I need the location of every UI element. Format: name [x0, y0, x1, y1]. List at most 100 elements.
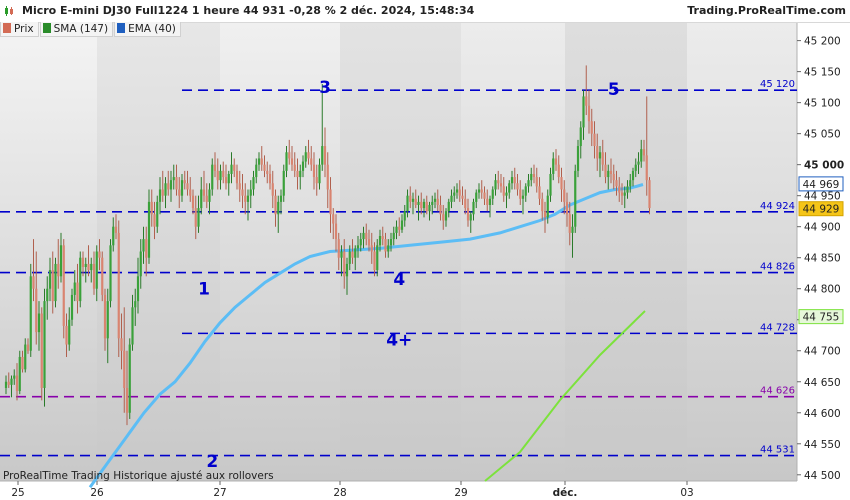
- candle-body: [348, 251, 351, 264]
- wave-label: 1: [198, 280, 210, 300]
- candle-body: [167, 183, 170, 190]
- price-swatch-icon: [3, 23, 11, 33]
- candle-body: [65, 325, 68, 345]
- candle-body: [579, 127, 582, 147]
- candle-body: [252, 177, 255, 190]
- candle-body: [266, 170, 269, 174]
- candle-body: [213, 164, 217, 171]
- candles-icon: [5, 6, 13, 16]
- candle-body: [268, 173, 272, 184]
- candle-body: [109, 245, 112, 302]
- candle-body: [95, 251, 98, 289]
- candle-body: [516, 183, 519, 190]
- candle-body: [244, 195, 247, 202]
- candle-body: [257, 158, 261, 165]
- candle-body: [321, 146, 324, 165]
- candle-body: [645, 155, 648, 181]
- candle-body: [598, 152, 602, 159]
- candle-body: [425, 201, 428, 212]
- candle-body: [634, 164, 637, 171]
- candle-body: [318, 164, 321, 184]
- candle-body: [510, 177, 514, 184]
- candle-body: [640, 149, 643, 162]
- y-tick-label: 44 600: [804, 408, 841, 420]
- y-tick-label: 44 550: [804, 439, 841, 451]
- candle-body: [296, 170, 299, 178]
- candle-body: [293, 164, 296, 171]
- candle-body: [114, 226, 118, 233]
- candle-body: [48, 270, 52, 289]
- candle-body: [46, 288, 49, 302]
- candle-body: [15, 375, 19, 392]
- candle-body: [376, 245, 379, 271]
- candle-body: [398, 226, 401, 230]
- candle-body: [532, 173, 536, 178]
- x-tick-label: 25: [11, 487, 24, 499]
- legend-item-sma[interactable]: SMA (147): [39, 22, 114, 37]
- candle-body: [202, 189, 206, 196]
- candle-body: [329, 189, 332, 215]
- candle-body: [340, 251, 343, 258]
- candle-body: [431, 201, 434, 205]
- price-chart[interactable]: 45 20045 15045 10045 05045 00044 95044 9…: [0, 0, 850, 500]
- candle-body: [629, 180, 632, 187]
- candle-body: [4, 381, 8, 388]
- candle-body: [40, 313, 43, 388]
- candle-body: [420, 201, 423, 209]
- candle-body: [136, 276, 140, 302]
- candle-body: [156, 201, 159, 227]
- candle-body: [472, 201, 475, 215]
- candle-body: [332, 214, 335, 224]
- candle-body: [246, 195, 250, 202]
- candle-body: [180, 180, 184, 196]
- candle-body: [560, 177, 563, 190]
- candle-body: [400, 220, 404, 230]
- brand-link[interactable]: Trading.ProRealTime.com: [687, 4, 846, 17]
- candle-body: [282, 170, 285, 196]
- candle-body: [230, 164, 233, 174]
- price-tag-label: 44 755: [803, 312, 840, 324]
- candle-body: [631, 170, 635, 181]
- legend-item-price[interactable]: Prix: [0, 22, 39, 37]
- candle-body: [535, 177, 538, 187]
- candle-body: [10, 378, 13, 385]
- candle-body: [43, 301, 46, 388]
- candle-body: [464, 198, 467, 209]
- candle-body: [527, 180, 530, 187]
- candle-body: [469, 214, 472, 221]
- candle-body: [57, 263, 60, 277]
- candle-body: [436, 198, 439, 205]
- x-axis-panel: [0, 481, 850, 500]
- candle-body: [508, 183, 511, 193]
- sma-swatch-icon: [42, 23, 51, 33]
- candle-body: [90, 263, 93, 271]
- chart-title: Micro E-mini DJ30 Full1224 1 heure 44 93…: [22, 4, 475, 17]
- candle-body: [574, 170, 577, 227]
- price-tag-label: 44 929: [803, 204, 840, 216]
- candle-body: [84, 263, 87, 268]
- candle-body: [422, 201, 426, 209]
- candle-body: [381, 235, 384, 240]
- candle-body: [491, 189, 494, 199]
- candle-body: [208, 189, 211, 202]
- legend-label-sma: SMA (147): [53, 23, 109, 35]
- candle-body: [222, 170, 225, 178]
- candle-body: [582, 96, 585, 128]
- candle-body: [351, 251, 354, 258]
- candle-body: [35, 288, 38, 333]
- candle-body: [623, 192, 626, 196]
- candle-body: [315, 177, 318, 184]
- candle-body: [585, 96, 588, 106]
- y-tick-label: 44 500: [804, 470, 841, 482]
- ema-swatch-icon: [117, 23, 126, 33]
- candle-body: [169, 180, 173, 190]
- candle-body: [200, 189, 203, 209]
- candle-body: [414, 198, 417, 205]
- legend-item-ema[interactable]: EMA (40): [114, 22, 181, 37]
- candle-body: [216, 170, 219, 181]
- candle-body: [378, 235, 382, 246]
- candle-body: [101, 257, 104, 295]
- candle-body: [549, 173, 552, 196]
- candle-body: [590, 121, 593, 134]
- candle-body: [552, 158, 555, 174]
